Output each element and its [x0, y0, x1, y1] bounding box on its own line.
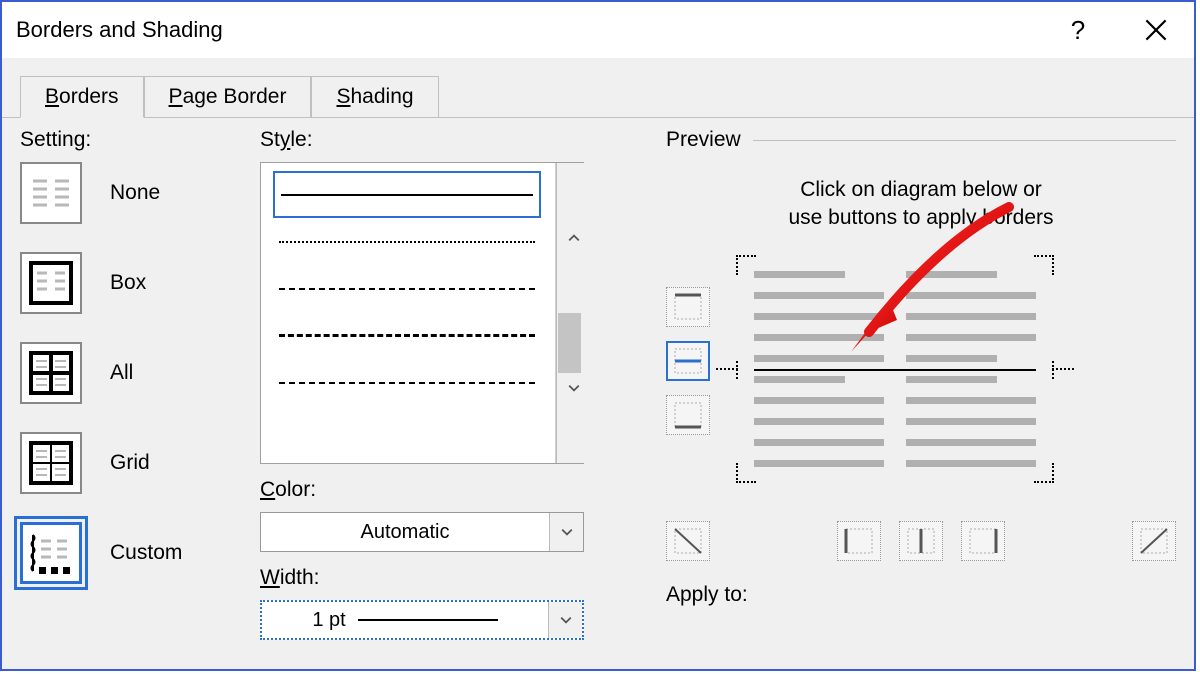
preview-column: Preview Click on diagram below or use bu…	[666, 128, 1176, 666]
setting-custom[interactable]: Custom	[20, 522, 252, 584]
border-diag-down-button[interactable]	[666, 521, 710, 561]
style-column: Style: Color: Automatic	[260, 128, 620, 666]
help-button[interactable]: ?	[1054, 6, 1102, 54]
setting-all[interactable]: All	[20, 342, 252, 404]
style-option-dotted[interactable]	[273, 218, 541, 265]
tab-shading[interactable]: Shading	[311, 76, 438, 117]
setting-grid-icon	[20, 432, 82, 494]
style-option-dash-bold[interactable]	[273, 312, 541, 359]
close-icon	[1145, 19, 1167, 41]
setting-all-icon	[20, 342, 82, 404]
border-top-button[interactable]	[666, 287, 710, 327]
setting-grid[interactable]: Grid	[20, 432, 252, 494]
setting-label: Setting:	[20, 128, 252, 152]
preview-h-middle-line	[754, 369, 1036, 371]
setting-box[interactable]: Box	[20, 252, 252, 314]
preview-diagram[interactable]	[740, 259, 1050, 479]
titlebar: Borders and Shading ?	[2, 2, 1194, 58]
preview-hint: Click on diagram below or use buttons to…	[666, 176, 1176, 233]
width-combo[interactable]: 1 pt	[260, 600, 584, 640]
chevron-down-icon	[548, 602, 582, 638]
style-scrollbar[interactable]	[555, 163, 583, 463]
preview-vertical-buttons	[666, 287, 720, 479]
width-value: 1 pt	[312, 609, 345, 632]
border-h-middle-button[interactable]	[666, 341, 710, 381]
width-line-sample	[358, 619, 498, 621]
scroll-thumb[interactable]	[558, 313, 581, 373]
color-field: Color: Automatic	[260, 478, 620, 552]
color-combo[interactable]: Automatic	[260, 512, 584, 552]
setting-box-icon	[20, 252, 82, 314]
width-field: Width: 1 pt	[260, 566, 620, 640]
preview-horizontal-buttons	[666, 521, 1176, 561]
border-bottom-button[interactable]	[666, 395, 710, 435]
setting-custom-icon	[20, 522, 82, 584]
scroll-up-button[interactable]	[556, 163, 590, 313]
setting-column: Setting: None Box All	[20, 128, 252, 666]
setting-none[interactable]: None	[20, 162, 252, 224]
border-right-button[interactable]	[961, 521, 1005, 561]
dialog-title: Borders and Shading	[16, 17, 223, 43]
style-option-dash-dot[interactable]	[273, 359, 541, 406]
close-button[interactable]	[1132, 6, 1180, 54]
chevron-down-icon	[549, 513, 583, 551]
dialog-body: Setting: None Box All	[2, 118, 1194, 666]
tab-strip: Borders Page Border Shading	[2, 74, 1194, 118]
style-label: Style:	[260, 128, 620, 152]
apply-to-label: Apply to:	[666, 583, 1176, 607]
color-value: Automatic	[261, 521, 549, 544]
border-diag-up-button[interactable]	[1132, 521, 1176, 561]
tab-page-border[interactable]: Page Border	[144, 76, 312, 117]
style-option-solid[interactable]	[273, 171, 541, 218]
style-option-dash-medium[interactable]	[273, 265, 541, 312]
preview-label: Preview	[666, 128, 741, 152]
style-listbox[interactable]	[260, 162, 584, 464]
tab-borders[interactable]: Borders	[20, 76, 144, 118]
borders-and-shading-dialog: Borders and Shading ? Borders Page Borde…	[0, 0, 1196, 671]
border-left-button[interactable]	[837, 521, 881, 561]
border-v-middle-button[interactable]	[899, 521, 943, 561]
setting-none-icon	[20, 162, 82, 224]
